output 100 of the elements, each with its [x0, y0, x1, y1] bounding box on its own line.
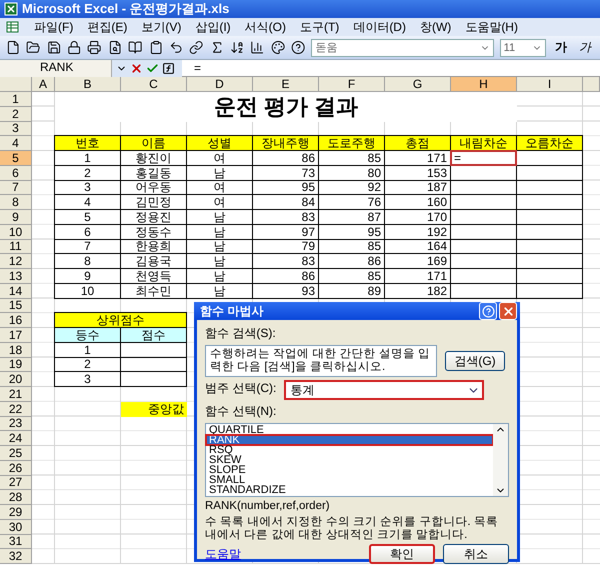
function-item[interactable]: SMALL [206, 475, 493, 486]
check-icon[interactable] [146, 62, 159, 74]
function-item[interactable]: STANDARDIZE [206, 485, 493, 496]
menu-item[interactable]: 도움말(H) [465, 18, 518, 36]
column-header[interactable]: I [517, 77, 583, 92]
menu-item[interactable]: 삽입(I) [195, 18, 231, 36]
row-header[interactable]: 30 [0, 520, 32, 534]
printer-icon[interactable] [87, 40, 102, 55]
row-header[interactable]: 21 [0, 387, 32, 402]
row-header[interactable]: 27 [0, 476, 32, 490]
table-cell: 2 [54, 164, 121, 180]
row-header[interactable]: 22 [0, 402, 32, 416]
close-button[interactable] [499, 302, 517, 320]
function-item[interactable]: QUARTILE [206, 425, 493, 436]
function-item[interactable]: RSQ [206, 445, 493, 456]
table-header: 도로주행 [318, 135, 385, 151]
row-header[interactable]: 1 [0, 92, 32, 107]
cancel-button[interactable]: 취소 [443, 544, 509, 564]
help-icon [482, 304, 494, 318]
menu-item[interactable]: 도구(T) [300, 18, 340, 36]
row-header[interactable]: 2 [0, 106, 32, 122]
sheet-title: 운전 평가 결과 [55, 92, 517, 122]
palette-icon[interactable] [270, 40, 286, 55]
help-button[interactable] [479, 302, 497, 320]
save-icon[interactable] [46, 40, 62, 55]
font-size-field[interactable]: 11 [500, 38, 546, 56]
row-header[interactable]: 3 [0, 122, 32, 136]
menu-item[interactable]: 보기(V) [141, 18, 182, 36]
menu-item[interactable]: 창(W) [420, 18, 452, 36]
search-field[interactable]: 수행하려는 작업에 대한 간단한 설명을 입력한 다음 [검색]을 클릭하십시오. [205, 345, 437, 378]
new-file-icon[interactable] [6, 40, 20, 55]
row-header[interactable]: 31 [0, 534, 32, 550]
row-header[interactable]: 12 [0, 254, 32, 269]
row-header[interactable]: 28 [0, 490, 32, 505]
row-header[interactable]: 9 [0, 210, 32, 225]
folder-icon[interactable] [26, 40, 41, 55]
function-icon[interactable] [162, 62, 175, 74]
row-header[interactable]: 5 [0, 151, 32, 166]
chart-icon[interactable] [250, 40, 265, 55]
row-header[interactable]: 32 [0, 549, 32, 564]
column-header[interactable]: A [32, 77, 55, 92]
category-select[interactable]: 통계 [284, 380, 484, 400]
active-cell[interactable]: = [450, 150, 517, 166]
scrollbar[interactable] [493, 424, 508, 496]
menu-item[interactable]: 편집(E) [87, 18, 128, 36]
row-header[interactable]: 24 [0, 431, 32, 446]
row-header[interactable]: 26 [0, 460, 32, 476]
link-icon[interactable] [189, 40, 204, 55]
sort-icon[interactable] [230, 40, 244, 55]
search-button[interactable]: 검색(G) [445, 351, 505, 372]
bold-button[interactable]: 가 [552, 39, 570, 56]
print-preview-icon[interactable] [108, 40, 122, 55]
row-header[interactable]: 29 [0, 505, 32, 520]
row-header[interactable]: 10 [0, 224, 32, 240]
menu-item[interactable]: 데이터(D) [353, 18, 406, 36]
name-box[interactable]: RANK [0, 60, 112, 76]
row-header[interactable]: 6 [0, 166, 32, 180]
table-header: 내림차순 [450, 135, 517, 151]
row-header[interactable]: 7 [0, 180, 32, 196]
column-header[interactable]: D [187, 77, 253, 92]
italic-button[interactable]: 가 [576, 39, 594, 56]
field-label: 함수 검색(S): [205, 325, 276, 342]
help-icon[interactable] [291, 40, 306, 55]
row-header[interactable]: 17 [0, 328, 32, 343]
window-title: Microsoft Excel - 운전평가결과.xls [22, 0, 230, 18]
table-cell: 6 [54, 224, 121, 240]
column-header[interactable]: E [253, 77, 319, 92]
formula-field[interactable]: = [182, 61, 202, 75]
column-header[interactable]: G [385, 77, 451, 92]
row-header[interactable]: 25 [0, 446, 32, 461]
undo-icon[interactable] [168, 40, 184, 55]
function-signature: RANK(number,ref,order) [205, 500, 331, 514]
function-item[interactable]: SKEW [206, 455, 493, 466]
lock-icon[interactable] [67, 40, 82, 55]
table-cell: 3 [54, 371, 121, 387]
row-header[interactable]: 18 [0, 342, 32, 358]
column-header[interactable]: H [451, 77, 517, 92]
row-header[interactable]: 14 [0, 284, 32, 298]
font-name-field[interactable]: 돋움 [311, 38, 494, 56]
row-header[interactable]: 11 [0, 240, 32, 254]
row-header[interactable]: 20 [0, 372, 32, 387]
row-header[interactable]: 13 [0, 269, 32, 284]
cancel-icon[interactable] [130, 62, 143, 74]
column-header[interactable]: F [319, 77, 385, 92]
row-header[interactable]: 15 [0, 298, 32, 314]
row-header[interactable]: 16 [0, 313, 32, 328]
ok-button[interactable]: 확인 [369, 544, 435, 564]
row-header[interactable]: 4 [0, 136, 32, 151]
function-item[interactable]: SLOPE [206, 465, 493, 476]
row-header[interactable]: 23 [0, 416, 32, 432]
column-header[interactable]: C [121, 77, 187, 92]
paste-icon[interactable] [148, 40, 163, 55]
row-header[interactable]: 8 [0, 195, 32, 210]
help-link[interactable]: 도움말 [205, 546, 241, 563]
function-description: 수 목록 내에서 지정한 수의 크기 순위를 구합니다. 목록 내에서 다른 값에 대한 상대적인 크기를 말합니다. [205, 516, 499, 542]
menu-item[interactable]: 서식(O) [244, 18, 286, 36]
row-header[interactable]: 19 [0, 358, 32, 372]
menu-item[interactable]: 파일(F) [34, 18, 74, 36]
column-header[interactable]: B [55, 77, 121, 92]
book-icon[interactable] [128, 40, 143, 55]
